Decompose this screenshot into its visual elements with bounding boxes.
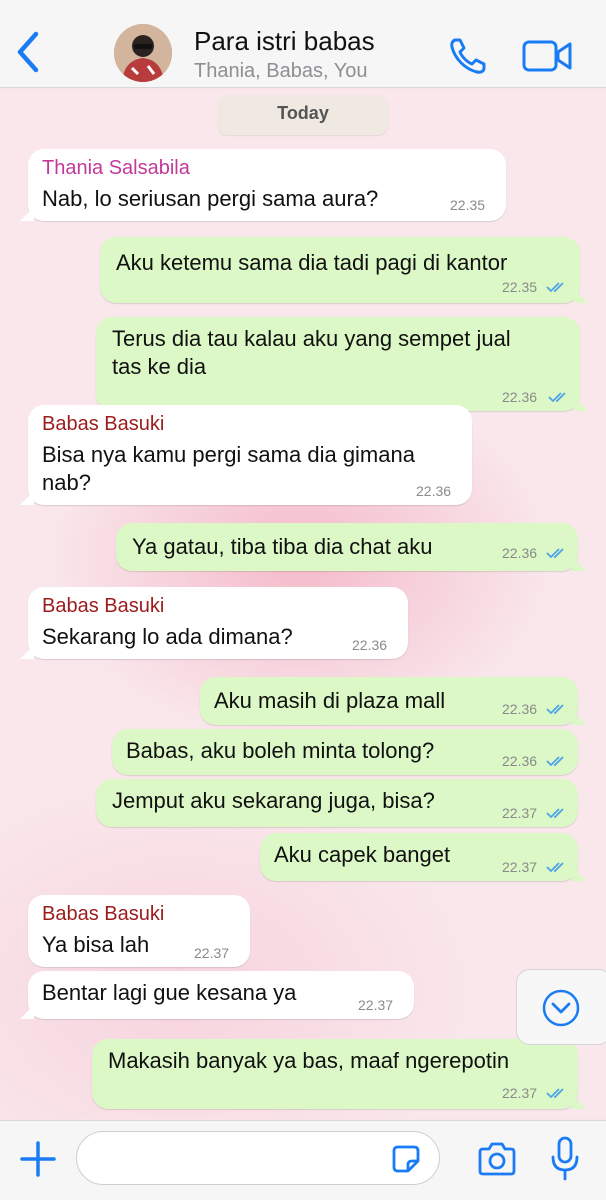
message-incoming[interactable]: Bentar lagi gue kesana ya 22.37 xyxy=(20,971,414,1019)
plus-icon xyxy=(20,1141,56,1177)
sender-name: Babas Basuki xyxy=(42,595,165,617)
message-time: 22.36 xyxy=(502,389,538,405)
chevron-left-icon xyxy=(17,31,39,73)
video-camera-icon xyxy=(522,40,572,72)
message-incoming[interactable]: Babas Basuki Sekarang lo ada dimana? 22.… xyxy=(20,587,408,659)
message-outgoing[interactable]: Babas, aku boleh minta tolong? 22.36 xyxy=(112,729,578,775)
message-outgoing[interactable]: Aku masih di plaza mall 22.36 xyxy=(200,677,586,725)
message-text: Ya gatau, tiba tiba dia chat aku xyxy=(132,534,433,559)
chat-header: Para istri babas Thania, Babas, You xyxy=(0,0,606,88)
sender-name: Babas Basuki xyxy=(42,903,165,925)
message-time: 22.36 xyxy=(502,753,538,769)
message-time: 22.37 xyxy=(502,805,538,821)
message-time: 22.36 xyxy=(502,545,538,561)
message-text: Babas, aku boleh minta tolong? xyxy=(126,738,435,763)
message-incoming[interactable]: Thania Salsabila Nab, lo seriusan pergi … xyxy=(20,149,506,221)
read-receipt-icon xyxy=(546,282,564,293)
microphone-icon xyxy=(551,1136,579,1181)
message-time: 22.36 xyxy=(416,483,452,499)
message-input[interactable] xyxy=(76,1131,440,1185)
message-text-line-2: tas ke dia xyxy=(112,354,207,379)
message-text: Aku capek banget xyxy=(274,842,451,867)
sticker-icon xyxy=(392,1145,420,1173)
message-outgoing[interactable]: Jemput aku sekarang juga, bisa? 22.37 xyxy=(96,779,578,827)
message-text: Jemput aku sekarang juga, bisa? xyxy=(112,788,435,813)
chat-title[interactable]: Para istri babas xyxy=(194,26,375,57)
voice-call-button[interactable] xyxy=(446,34,490,78)
read-receipt-icon xyxy=(546,548,564,559)
message-time: 22.36 xyxy=(352,637,388,653)
message-time: 22.37 xyxy=(502,859,538,875)
message-time: 22.37 xyxy=(502,1085,538,1101)
message-text: Nab, lo seriusan pergi sama aura? xyxy=(42,186,379,211)
camera-button[interactable] xyxy=(476,1141,518,1177)
message-incoming[interactable]: Babas Basuki Ya bisa lah 22.37 xyxy=(28,895,250,967)
message-time: 22.37 xyxy=(194,945,230,961)
video-call-button[interactable] xyxy=(522,38,574,74)
message-outgoing[interactable]: Terus dia tau kalau aku yang sempet jual… xyxy=(96,317,588,411)
camera-icon xyxy=(478,1142,516,1176)
date-separator: Today xyxy=(218,95,388,135)
message-time: 22.35 xyxy=(502,279,538,295)
message-outgoing[interactable]: Aku ketemu sama dia tadi pagi di kantor … xyxy=(100,237,588,303)
message-text-line-2: nab? xyxy=(42,470,91,495)
message-text: Ya bisa lah xyxy=(42,932,150,957)
message-time: 22.35 xyxy=(450,197,486,213)
read-receipt-icon xyxy=(546,704,564,715)
read-receipt-icon xyxy=(546,808,564,819)
message-text: Aku masih di plaza mall xyxy=(214,688,446,713)
scroll-to-bottom-button[interactable] xyxy=(516,969,606,1045)
message-outgoing[interactable]: Makasih banyak ya bas, maaf ngerepotin 2… xyxy=(92,1039,586,1109)
message-time: 22.37 xyxy=(358,997,394,1013)
chevron-down-circle-icon xyxy=(542,989,580,1027)
voice-message-button[interactable] xyxy=(550,1135,580,1183)
message-text: Sekarang lo ada dimana? xyxy=(42,624,293,649)
composer-bar xyxy=(0,1120,606,1200)
message-time: 22.36 xyxy=(502,701,538,717)
phone-icon xyxy=(450,38,486,74)
message-outgoing[interactable]: Aku capek banget 22.37 xyxy=(260,833,586,881)
attach-button[interactable] xyxy=(18,1139,58,1179)
message-text: Bentar lagi gue kesana ya xyxy=(42,980,297,1005)
message-text: Terus dia tau kalau aku yang sempet jual xyxy=(112,326,511,351)
message-text: Aku ketemu sama dia tadi pagi di kantor xyxy=(116,250,508,275)
read-receipt-icon xyxy=(546,1088,564,1099)
read-receipt-icon xyxy=(546,862,564,873)
message-list[interactable]: Today Thania Salsabila Nab, lo seriusan … xyxy=(0,89,606,1119)
chat-participants[interactable]: Thania, Babas, You xyxy=(194,60,367,83)
message-outgoing[interactable]: Ya gatau, tiba tiba dia chat aku 22.36 xyxy=(116,523,586,571)
message-incoming[interactable]: Babas Basuki Bisa nya kamu pergi sama di… xyxy=(20,405,472,505)
read-receipt-icon xyxy=(548,392,566,403)
read-receipt-icon xyxy=(546,756,564,767)
message-text: Makasih banyak ya bas, maaf ngerepotin xyxy=(108,1048,510,1073)
sender-name: Babas Basuki xyxy=(42,413,165,435)
group-avatar[interactable] xyxy=(114,24,172,82)
sticker-button[interactable] xyxy=(388,1141,424,1177)
message-text: Bisa nya kamu pergi sama dia gimana xyxy=(42,442,415,467)
sender-name: Thania Salsabila xyxy=(42,157,190,179)
back-button[interactable] xyxy=(14,30,42,74)
